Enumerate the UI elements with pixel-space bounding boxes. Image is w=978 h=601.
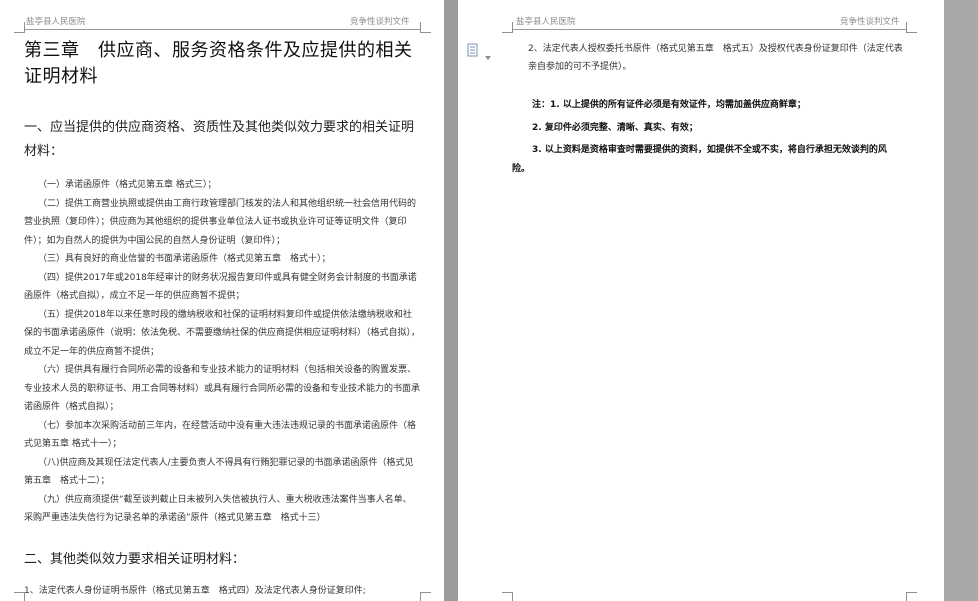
- list-item: （五）提供2018年以来任意时段的缴纳税收和社保的证明材料复印件或提供依法缴纳税…: [24, 309, 421, 357]
- header-right-text: 竞争性谈判文件: [350, 17, 410, 27]
- header-left-text: 盐亭县人民医院: [26, 17, 86, 27]
- section-2-item-1: 1、法定代表人身份证明书原件（格式见第五章 格式四）及法定代表人身份证复印件;: [24, 586, 366, 596]
- note-line: 3. 以上资料是资格审查时需要提供的资料，如提供不全或不实，将自行承担无效谈判的…: [512, 145, 887, 174]
- header-right-text: 竞争性谈判文件: [840, 17, 900, 27]
- list-item: （四）提供2017年或2018年经审计的财务状况报告复印件或具有健全财务会计制度…: [24, 272, 417, 302]
- crop-mark-top-left: [502, 22, 513, 33]
- list-item: （九）供应商须提供“截至谈判截止日未被列入失信被执行人、重大税收违法案件当事人名…: [24, 494, 412, 524]
- note-line: 注：1. 以上提供的所有证件必须是有效证件，均需加盖供应商鲜章；: [532, 100, 806, 110]
- requirements-list: （一）承诺函原件（格式见第五章 格式三）； （二）提供工商营业执照或提供由工商行…: [24, 176, 420, 528]
- crop-mark-bottom-left: [502, 592, 513, 601]
- header-rule: [512, 29, 906, 30]
- note-line: 2. 复印件必须完整、清晰、真实、有效；: [532, 122, 698, 133]
- header-rule: [24, 29, 420, 30]
- notes-block: 注：1. 以上提供的所有证件必须是有效证件，均需加盖供应商鲜章； 2. 复印件必…: [512, 96, 904, 182]
- list-item: （二）提供工商营业执照或提供由工商行政管理部门核发的法人和其他组织统一社会信用代…: [24, 198, 417, 246]
- list-item: （七）参加本次采购活动前三年内，在经营活动中没有重大违法违规记录的书面承诺函原件…: [24, 420, 417, 450]
- document-page-right[interactable]: 盐亭县人民医院 竞争性谈判文件: [458, 0, 944, 601]
- document-page-left[interactable]: 盐亭县人民医院 竞争性谈判文件 第三章 供应商、服务资格条件及应提供的相关证明材…: [0, 0, 444, 601]
- right-item-2: 2、法定代表人授权委托书原件（格式见第五章 格式五）及授权代表身份证复印件（法定…: [528, 44, 903, 72]
- list-item: （三）具有良好的商业信誉的书面承诺函原件（格式见第五章 格式十）；: [38, 254, 331, 264]
- crop-mark-top-right: [420, 22, 431, 33]
- list-item: （八)供应商及其现任法定代表人/主要负责人不得具有行贿犯罪记录的书面承诺函原件（…: [24, 457, 414, 487]
- list-item: （一）承诺函原件（格式见第五章 格式三）；: [38, 180, 217, 190]
- crop-mark-top-left: [14, 22, 25, 33]
- list-item: （六）提供具有履行合同所必需的设备和专业技术能力的证明材料（包括相关设备的购置发…: [24, 365, 421, 412]
- dropdown-arrow-icon[interactable]: [485, 46, 491, 60]
- header-left-text: 盐亭县人民医院: [516, 17, 576, 27]
- right-margin-area: [944, 0, 978, 601]
- page-gutter: [444, 0, 458, 601]
- document-icon[interactable]: [466, 42, 480, 57]
- crop-mark-bottom-right: [420, 592, 431, 601]
- chapter-title: 第三章 供应商、服务资格条件及应提供的相关证明材料: [24, 40, 413, 87]
- crop-mark-top-right: [906, 22, 917, 33]
- section-1-title: 一、应当提供的供应商资格、资质性及其他类似效力要求的相关证明材料：: [24, 120, 415, 159]
- section-2-title: 二、其他类似效力要求相关证明材料：: [24, 552, 246, 567]
- crop-mark-bottom-right: [906, 592, 917, 601]
- crop-mark-bottom-left: [14, 592, 25, 601]
